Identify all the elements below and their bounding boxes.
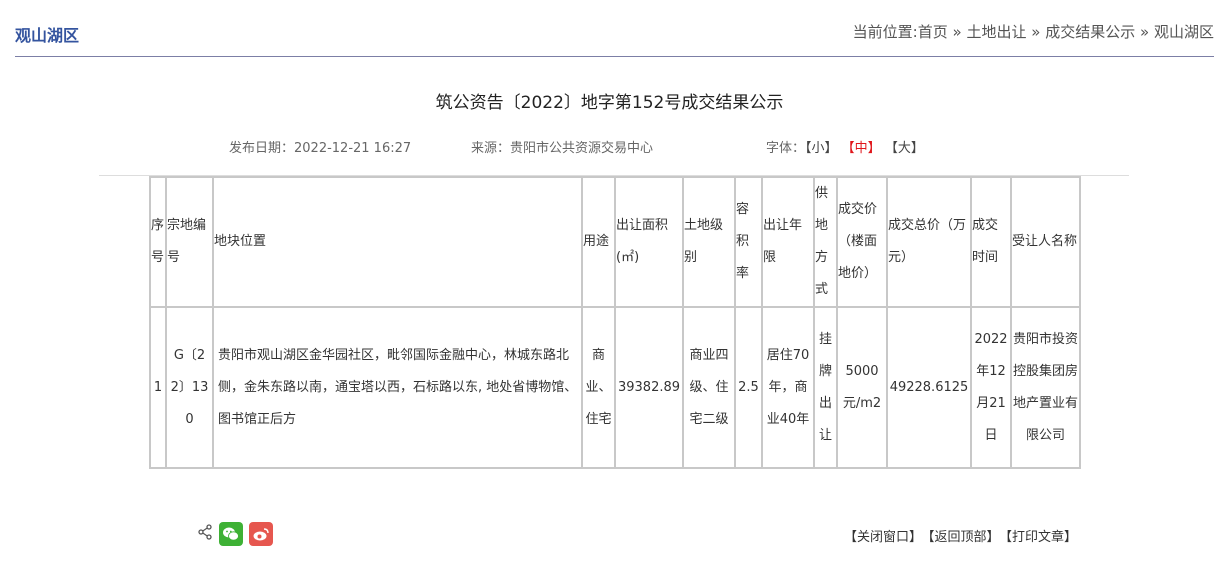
table-header: 成交价（楼面地价） (836, 176, 888, 308)
table-cell: 1 (149, 306, 167, 469)
breadcrumb-home[interactable]: 首页 (918, 23, 948, 41)
table-cell: 5000元/m2 (836, 306, 888, 469)
weibo-icon[interactable] (249, 522, 273, 546)
publish-date: 发布日期：2022-12-21 16:27 (229, 141, 412, 156)
table-header: 成交时间 (970, 176, 1012, 308)
table-header: 土地级别 (682, 176, 736, 308)
breadcrumb-separator: » (952, 23, 962, 41)
table-header: 地块位置 (212, 176, 583, 308)
table-cell: 居住70年，商业40年 (761, 306, 815, 469)
breadcrumb-prefix: 当前位置: (852, 23, 918, 41)
table-header: 用途 (581, 176, 616, 308)
back-to-top-link[interactable]: 【返回顶部】 (928, 530, 1000, 545)
table-header: 序号 (149, 176, 167, 308)
font-size-switcher: 字体：【小】 【中】 【大】 (766, 137, 924, 156)
section-title: 观山湖区 (15, 26, 80, 45)
font-label: 字体： (766, 141, 806, 156)
close-window-link[interactable]: 【关闭窗口】 (844, 530, 922, 545)
table-header: 容积率 (734, 176, 763, 308)
table-cell: 49228.6125 (886, 306, 972, 469)
table-header-row: 序号 宗地编号 地块位置 用途 出让面积(㎡) 土地级别 容积率 出让年限 供地… (149, 176, 1081, 308)
page-title: 筑公资告〔2022〕地字第152号成交结果公示 (435, 93, 784, 113)
table-header: 受让人名称 (1010, 176, 1081, 308)
table-row: 1 G〔22〕130 贵阳市观山湖区金华园社区，毗邻国际金融中心，林城东路北侧，… (149, 306, 1081, 469)
breadcrumb-separator: » (1140, 23, 1150, 41)
print-article-link[interactable]: 【打印文章】 (1005, 530, 1077, 545)
table-cell: 商业四级、住宅二级 (682, 306, 736, 469)
share-icon[interactable] (197, 524, 213, 544)
breadcrumb-district[interactable]: 观山湖区 (1154, 23, 1214, 41)
table-cell: 39382.89 (614, 306, 684, 469)
breadcrumb-land-transfer[interactable]: 土地出让 (966, 23, 1026, 41)
table-header: 宗地编号 (165, 176, 214, 308)
table-header: 供地方式 (813, 176, 838, 308)
table-cell: 贵阳市投资控股集团房地产置业有限公司 (1010, 306, 1081, 469)
table-cell: 2022年12月21日 (970, 306, 1012, 469)
result-table: 序号 宗地编号 地块位置 用途 出让面积(㎡) 土地级别 容积率 出让年限 供地… (149, 176, 1081, 469)
table-header: 出让面积(㎡) (614, 176, 684, 308)
font-large-button[interactable]: 【大】 (885, 141, 924, 156)
table-header: 出让年限 (761, 176, 815, 308)
breadcrumb: 当前位置:首页 » 土地出让 » 成交结果公示 » 观山湖区 (853, 21, 1214, 42)
breadcrumb-deal-results[interactable]: 成交结果公示 (1045, 23, 1135, 41)
table-cell: 贵阳市观山湖区金华园社区，毗邻国际金融中心，林城东路北侧，金朱东路以南，通宝塔以… (212, 306, 583, 469)
table-header: 成交总价（万元） (886, 176, 972, 308)
table-cell: 2.5 (734, 306, 763, 469)
font-small-button[interactable]: 【小】 (805, 141, 838, 156)
article-actions: 【关闭窗口】 【返回顶部】 【打印文章】 (838, 526, 1077, 545)
table-cell: G〔22〕130 (165, 306, 214, 469)
source: 来源：贵阳市公共资源交易中心 (471, 141, 654, 156)
table-cell: 挂牌出让 (813, 306, 838, 469)
font-medium-button[interactable]: 【中】 (842, 141, 881, 156)
wechat-icon[interactable] (219, 522, 243, 546)
share-bar (197, 522, 273, 546)
top-bar: 观山湖区 当前位置:首页 » 土地出让 » 成交结果公示 » 观山湖区 (15, 0, 1214, 57)
breadcrumb-separator: » (1031, 23, 1041, 41)
table-cell: 商业、住宅 (581, 306, 616, 469)
